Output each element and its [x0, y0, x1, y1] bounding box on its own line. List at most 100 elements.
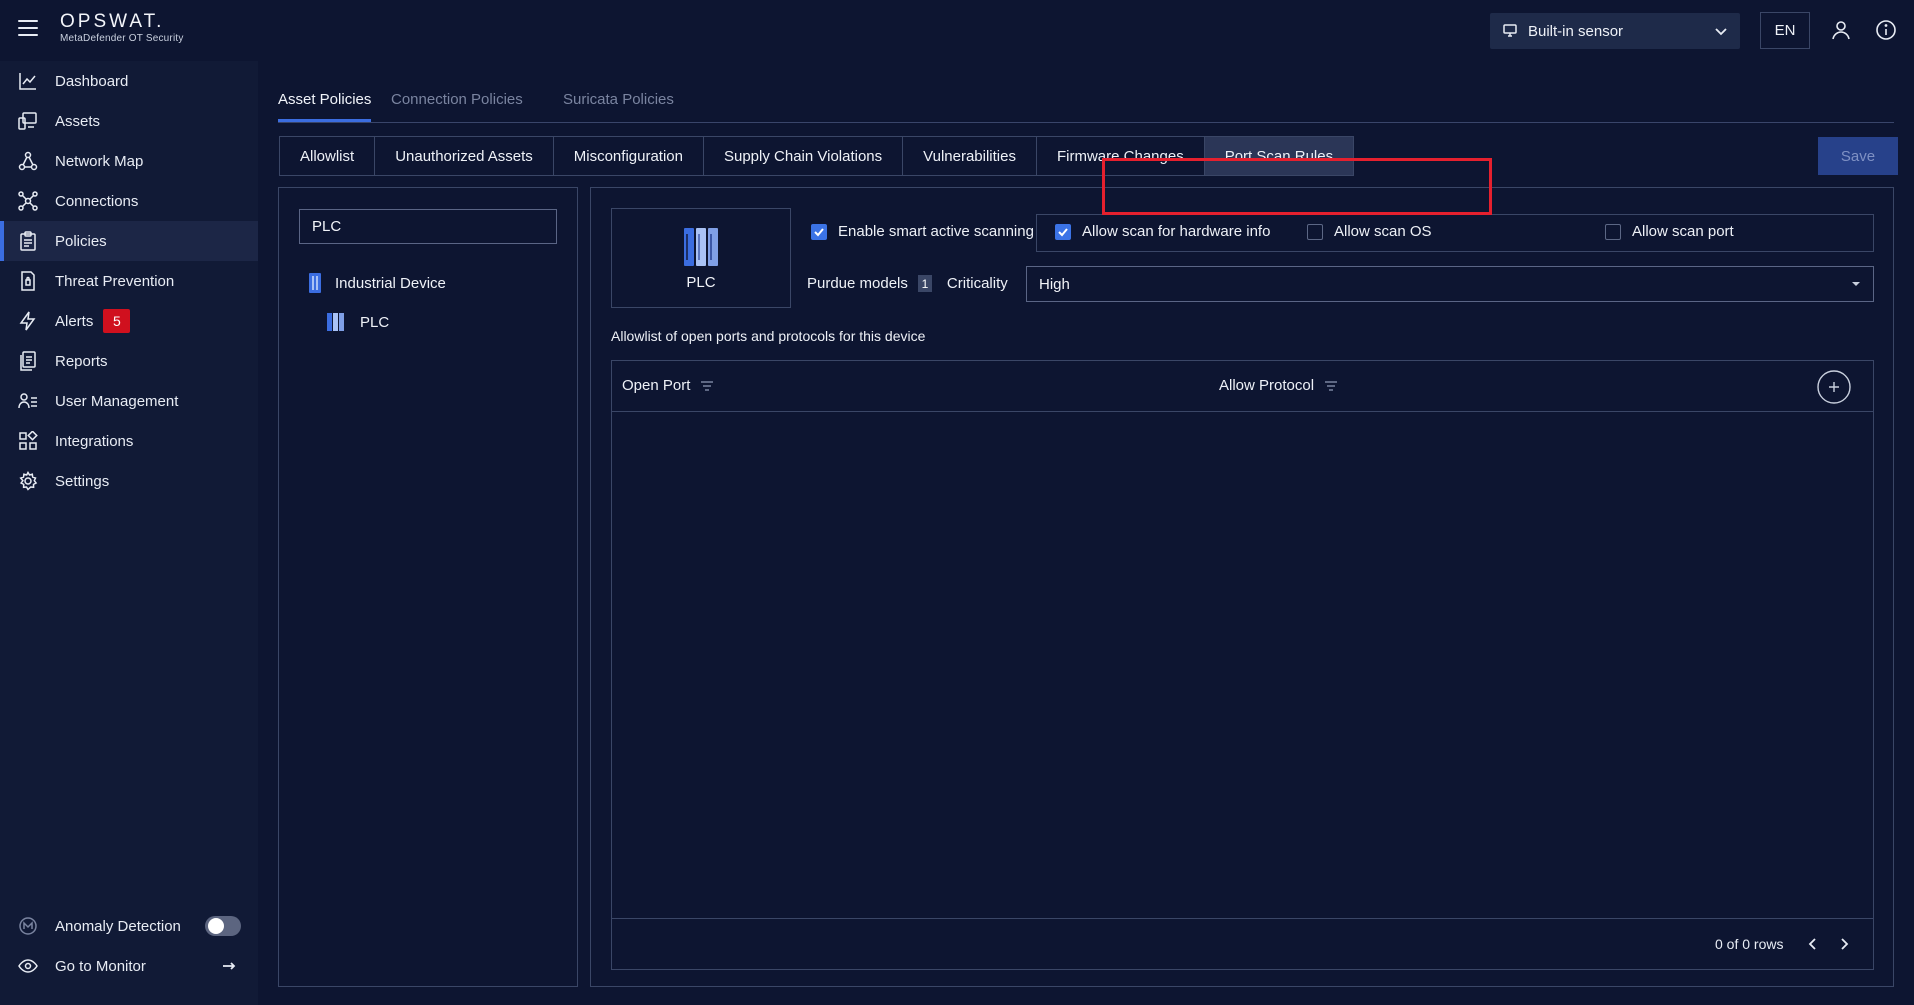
- ports-table: Open Port Allow Protocol 0 of 0 rows: [611, 360, 1874, 970]
- check-icon: [814, 227, 824, 236]
- sidebar-item-label: Network Map: [55, 152, 144, 170]
- filter-icon[interactable]: [700, 380, 714, 391]
- table-footer: 0 of 0 rows: [612, 918, 1873, 969]
- sidebar-item-label: Reports: [55, 352, 108, 370]
- table-header: Open Port Allow Protocol: [612, 361, 1873, 412]
- sidebar-item-policies[interactable]: Policies: [0, 221, 258, 261]
- user-list-icon: [18, 393, 37, 409]
- shield-file-icon: [21, 271, 35, 291]
- tab-connection-policies[interactable]: Connection Policies: [391, 91, 523, 108]
- sidebar-item-connections[interactable]: Connections: [0, 181, 258, 221]
- asset-subtabs: Allowlist Unauthorized Assets Misconfigu…: [279, 136, 1355, 176]
- plc-icon: [327, 313, 344, 331]
- sidebar-item-alerts[interactable]: Alerts 5: [0, 301, 258, 341]
- filter-icon[interactable]: [1324, 380, 1338, 391]
- column-allow-protocol[interactable]: Allow Protocol: [1219, 377, 1338, 394]
- purdue-models: Purdue models 1 Criticality: [807, 275, 1008, 292]
- port-scan-checkbox[interactable]: [1605, 223, 1621, 240]
- sidebar-item-reports[interactable]: Reports: [0, 341, 258, 381]
- sidebar-item-label: Alerts: [55, 312, 94, 330]
- anomaly-toggle[interactable]: [205, 916, 241, 936]
- column-open-port[interactable]: Open Port: [622, 377, 714, 394]
- add-icon[interactable]: [1817, 370, 1851, 404]
- smart-scanning-option[interactable]: Enable smart active scanning: [811, 223, 1034, 240]
- sidebar-item-dashboard[interactable]: Dashboard: [0, 61, 258, 101]
- column-label: Allow Protocol: [1219, 377, 1315, 394]
- subtab-unauthorized-assets[interactable]: Unauthorized Assets: [375, 137, 554, 175]
- caret-down-icon: [1852, 282, 1860, 286]
- subtab-port-scan-rules[interactable]: Port Scan Rules: [1204, 137, 1354, 175]
- subtab-vulnerabilities[interactable]: Vulnerabilities: [903, 137, 1037, 175]
- smart-scanning-label: Enable smart active scanning: [838, 223, 1034, 240]
- sidebar-item-label: Dashboard: [55, 72, 129, 90]
- language-button[interactable]: EN: [1760, 12, 1810, 49]
- info-icon[interactable]: [1875, 19, 1897, 41]
- hardware-scan-checkbox[interactable]: [1055, 223, 1071, 240]
- sidebar-item-label: Integrations: [55, 432, 134, 450]
- os-scan-option[interactable]: Allow scan OS: [1307, 223, 1432, 240]
- go-to-monitor[interactable]: Go to Monitor: [0, 946, 258, 986]
- tree-item-industrial-device[interactable]: Industrial Device: [309, 273, 446, 293]
- tab-suricata-policies[interactable]: Suricata Policies: [563, 91, 674, 108]
- search-input[interactable]: [299, 209, 557, 244]
- clipboard-icon: [20, 231, 36, 251]
- alerts-badge: 5: [103, 309, 131, 333]
- sidebar-item-label: Assets: [55, 112, 101, 130]
- sidebar: Dashboard Assets Network Map Connections…: [0, 61, 258, 1005]
- sidebar-item-label: User Management: [55, 392, 179, 410]
- lightning-icon: [19, 311, 36, 331]
- subtab-misconfiguration[interactable]: Misconfiguration: [554, 137, 704, 175]
- subtab-allowlist[interactable]: Allowlist: [280, 137, 376, 175]
- sensor-value: Built-in sensor: [1528, 22, 1624, 40]
- chart-line-icon: [19, 73, 36, 90]
- chevron-left-icon[interactable]: [1806, 937, 1820, 951]
- device-tree-panel: Industrial Device PLC: [278, 187, 578, 987]
- anomaly-icon: [19, 917, 37, 935]
- arrow-right-icon: [223, 962, 236, 970]
- tree-item-plc[interactable]: PLC: [327, 313, 389, 331]
- allowlist-title: Allowlist of open ports and protocols fo…: [611, 328, 926, 344]
- industrial-device-icon: [309, 273, 321, 293]
- logo-product: MetaDefender OT Security: [60, 33, 184, 44]
- sidebar-item-network-map[interactable]: Network Map: [0, 141, 258, 181]
- monitor-icon: [1503, 24, 1517, 37]
- port-scan-rules-panel: PLC Enable smart active scanning Allow s…: [590, 187, 1894, 987]
- gear-icon: [19, 471, 38, 491]
- save-button[interactable]: Save: [1818, 137, 1898, 175]
- purdue-label: Purdue models: [807, 275, 908, 292]
- chevron-right-icon[interactable]: [1837, 937, 1851, 951]
- logo: OPSWAT. MetaDefender OT Security: [60, 12, 184, 45]
- connections-icon: [18, 191, 38, 211]
- user-icon[interactable]: [1830, 19, 1852, 41]
- criticality-label: Criticality: [946, 275, 1008, 292]
- logo-name: OPSWAT.: [60, 11, 165, 32]
- devices-icon: [18, 112, 37, 130]
- subtab-supply-chain-violations[interactable]: Supply Chain Violations: [704, 137, 904, 175]
- criticality-select[interactable]: High: [1026, 266, 1874, 302]
- sidebar-item-label: Connections: [55, 192, 139, 210]
- sidebar-item-user-management[interactable]: User Management: [0, 381, 258, 421]
- column-label: Open Port: [622, 377, 691, 394]
- chevron-down-icon: [1715, 28, 1727, 36]
- subtab-firmware-changes[interactable]: Firmware Changes: [1037, 137, 1205, 175]
- anomaly-label: Anomaly Detection: [55, 917, 181, 935]
- sidebar-item-integrations[interactable]: Integrations: [0, 421, 258, 461]
- tab-asset-policies[interactable]: Asset Policies: [278, 91, 372, 122]
- network-icon: [18, 151, 38, 171]
- smart-scanning-checkbox[interactable]: [811, 223, 827, 240]
- criticality-value: High: [1039, 275, 1070, 293]
- rows-count: 0 of 0 rows: [1715, 936, 1784, 952]
- tree-item-label: PLC: [360, 313, 390, 331]
- sidebar-item-threat-prevention[interactable]: Threat Prevention: [0, 261, 258, 301]
- main-content: Asset Policies Connection Policies Suric…: [258, 61, 1914, 1005]
- port-scan-option[interactable]: Allow scan port: [1605, 223, 1734, 240]
- menu-icon[interactable]: [18, 20, 38, 38]
- hardware-scan-label: Allow scan for hardware info: [1082, 223, 1271, 240]
- sidebar-item-settings[interactable]: Settings: [0, 461, 258, 501]
- top-bar: OPSWAT. MetaDefender OT Security Built-i…: [0, 0, 1914, 61]
- sidebar-item-assets[interactable]: Assets: [0, 101, 258, 141]
- tree-item-label: Industrial Device: [335, 274, 446, 292]
- os-scan-checkbox[interactable]: [1307, 223, 1323, 240]
- hardware-scan-option[interactable]: Allow scan for hardware info: [1055, 223, 1270, 240]
- sensor-select[interactable]: Built-in sensor: [1490, 13, 1740, 49]
